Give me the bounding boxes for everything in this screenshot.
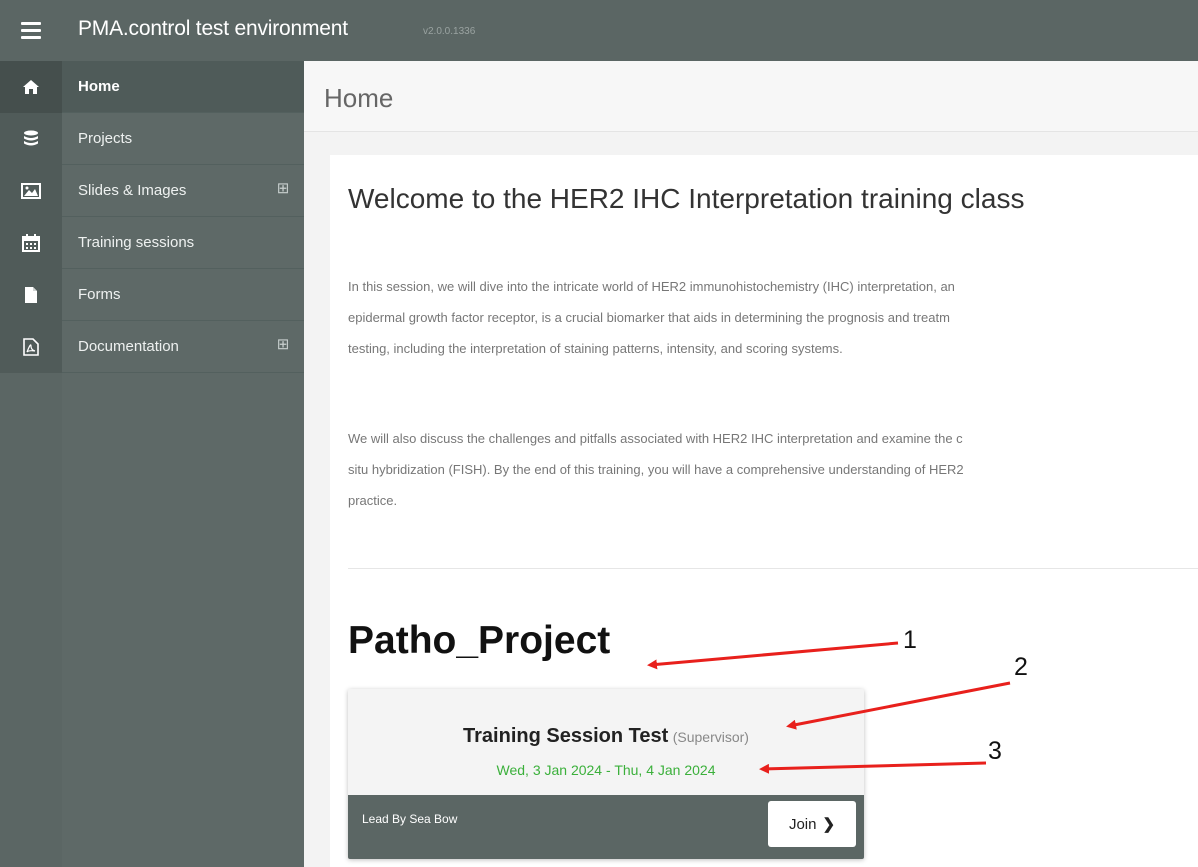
session-name: Training Session Test — [463, 725, 669, 747]
hamburger-icon[interactable] — [0, 0, 62, 61]
content-header: Home — [304, 61, 1198, 132]
paragraph-line: practice. — [348, 493, 398, 508]
welcome-heading: Welcome to the HER2 IHC Interpretation t… — [348, 183, 1025, 214]
annotation-number-3: 3 — [988, 737, 1002, 765]
pdf-icon — [0, 321, 62, 373]
paragraph-line: situ hybridization (FISH). By the end of… — [348, 462, 964, 477]
sidebar-item-forms[interactable]: Forms — [0, 269, 304, 321]
sidebar-item-label: Home — [78, 78, 120, 95]
intro-paragraph: In this session, we will dive into the i… — [348, 271, 1198, 364]
paragraph-line: epidermal growth factor receptor, is a c… — [348, 310, 950, 325]
paragraph-line: In this session, we will dive into the i… — [348, 279, 955, 294]
sidebar-item-label: Slides & Images — [78, 182, 187, 199]
app-version: v2.0.0.1336 — [423, 26, 476, 37]
annotation-number-2: 2 — [1014, 653, 1028, 681]
top-bar: PMA.control test environment v2.0.0.1336 — [0, 0, 1198, 61]
session-start-date: Wed, 3 Jan 2024 — [496, 762, 603, 778]
project-title: Patho_Project — [348, 619, 611, 662]
plus-square-icon[interactable]: ⊞ — [276, 181, 290, 196]
sidebar-item-training-sessions[interactable]: Training sessions — [0, 217, 304, 269]
session-lead: Lead By Sea Bow — [362, 812, 458, 826]
calendar-icon — [0, 217, 62, 269]
date-separator: - — [606, 762, 611, 778]
sidebar-item-projects[interactable]: Projects — [0, 113, 304, 165]
file-icon — [0, 269, 62, 321]
sidebar-item-label: Projects — [78, 130, 133, 147]
app-title: PMA.control test environment — [78, 17, 348, 40]
sidebar-item-home[interactable]: Home — [0, 61, 304, 113]
sidebar-item-documentation[interactable]: Documentation ⊞ — [0, 321, 304, 373]
sidebar-item-label: Documentation — [78, 338, 179, 355]
image-icon — [0, 165, 62, 217]
sidebar: Home Projects Slides & Images ⊞ Training… — [0, 61, 304, 867]
database-icon — [0, 113, 62, 165]
page-title: Home — [324, 83, 394, 113]
paragraph-line: testing, including the interpretation of… — [348, 341, 843, 356]
sidebar-item-label: Forms — [78, 286, 121, 303]
sidebar-item-slides-images[interactable]: Slides & Images ⊞ — [0, 165, 304, 217]
home-icon — [0, 61, 62, 113]
chevron-right-icon: ❯ — [822, 816, 836, 833]
session-footer: Lead By Sea Bow Join ❯ — [348, 795, 864, 859]
paragraph-line: We will also discuss the challenges and … — [348, 431, 963, 446]
session-end-date: Thu, 4 Jan 2024 — [614, 762, 716, 778]
join-button[interactable]: Join ❯ — [768, 801, 856, 847]
main-card: Welcome to the HER2 IHC Interpretation t… — [330, 155, 1198, 867]
divider — [348, 568, 1198, 569]
session-title-row: Training Session Test (Supervisor) — [348, 725, 864, 748]
join-label: Join — [788, 815, 817, 833]
sidebar-item-label: Training sessions — [78, 234, 195, 251]
second-paragraph: We will also discuss the challenges and … — [348, 423, 1198, 516]
plus-square-icon[interactable]: ⊞ — [276, 337, 290, 352]
sidebar-icon-column — [0, 373, 62, 867]
session-role: (Supervisor) — [672, 729, 749, 745]
annotation-number-1: 1 — [903, 626, 917, 654]
training-session-card: Training Session Test (Supervisor) Wed, … — [348, 689, 864, 859]
session-dates: Wed, 3 Jan 2024 - Thu, 4 Jan 2024 — [348, 762, 864, 778]
